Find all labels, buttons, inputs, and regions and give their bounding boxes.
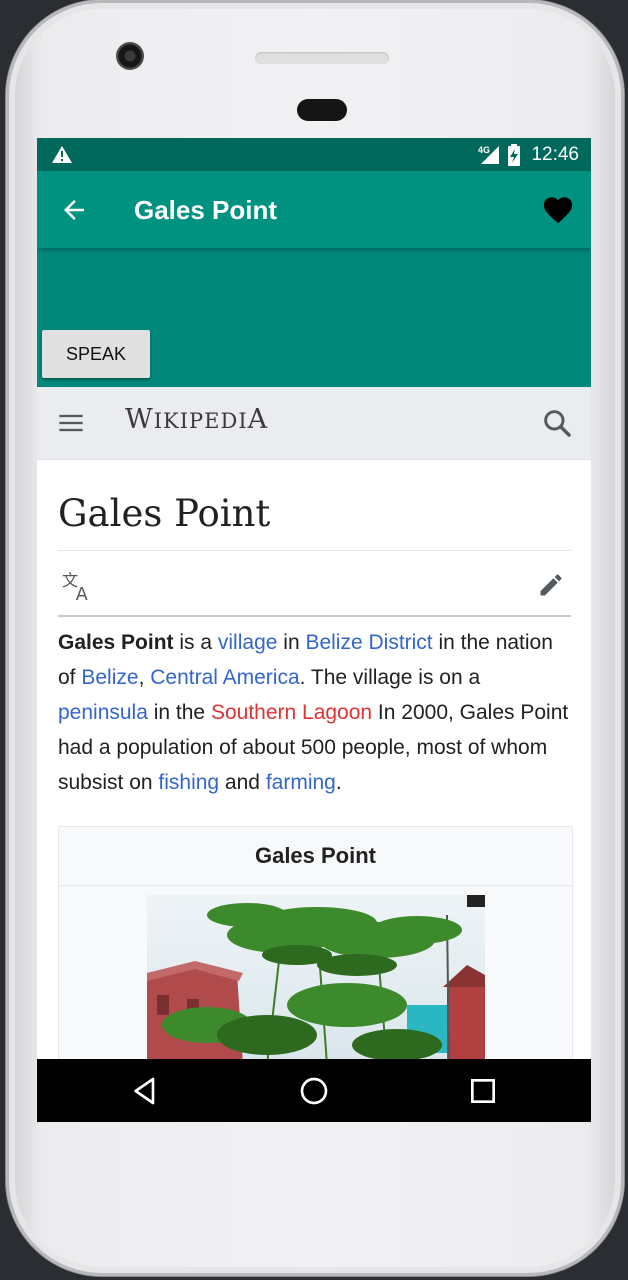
logo-part-middle: IKIPEDI	[153, 409, 248, 433]
translate-icon[interactable]: 文 A	[62, 571, 92, 601]
lead-bold-title: Gales Point	[58, 631, 174, 654]
link-central-america[interactable]: Central America	[150, 666, 299, 689]
page-title: Gales Point	[58, 492, 271, 535]
search-icon[interactable]	[541, 407, 573, 439]
infobox-photo[interactable]	[147, 895, 485, 1065]
earpiece-speaker	[255, 52, 389, 64]
link-fishing[interactable]: fishing	[158, 771, 219, 794]
lead-text: and	[219, 771, 266, 794]
lead-paragraph: Gales Point is a village in Belize Distr…	[58, 625, 571, 800]
status-clock: 12:46	[531, 143, 579, 165]
signal-icon: 4G	[478, 145, 500, 164]
menu-icon[interactable]	[57, 409, 85, 437]
link-belize-district[interactable]: Belize District	[305, 631, 432, 654]
toolbar-divider	[58, 615, 571, 617]
nav-recents-icon[interactable]	[467, 1075, 499, 1107]
nav-back-icon[interactable]	[129, 1075, 161, 1107]
lead-text: in	[277, 631, 306, 654]
wikipedia-header: WIKIPEDIA	[37, 387, 591, 460]
edit-pencil-icon[interactable]	[537, 571, 565, 599]
device-screen: 4G 12:46 Gales Point SPEAK WIKIPEDIA Gal…	[37, 138, 591, 1122]
speak-area: SPEAK	[37, 248, 591, 387]
link-farming[interactable]: farming	[266, 771, 336, 794]
front-camera	[116, 42, 144, 70]
lead-text: . The village is on a	[299, 666, 481, 689]
heart-icon[interactable]	[541, 193, 575, 227]
svg-text:A: A	[76, 585, 88, 601]
status-bar: 4G 12:46	[37, 138, 591, 171]
speak-button[interactable]: SPEAK	[42, 330, 150, 378]
lead-text: in the	[147, 701, 211, 724]
warning-icon	[52, 146, 72, 163]
network-type-label: 4G	[478, 145, 490, 155]
status-icons: 4G 12:46	[477, 138, 579, 171]
system-nav-bar	[37, 1059, 591, 1122]
lead-text: is a	[173, 631, 218, 654]
logo-part-w: W	[125, 404, 154, 435]
lead-text: ,	[138, 666, 151, 689]
battery-charging-icon	[508, 143, 521, 166]
lead-text: .	[335, 771, 342, 794]
logo-part-a: A	[247, 404, 269, 435]
app-toolbar: Gales Point	[37, 171, 591, 248]
link-village[interactable]: village	[218, 631, 278, 654]
nav-home-icon[interactable]	[298, 1075, 330, 1107]
wikipedia-logo[interactable]: WIKIPEDIA	[125, 404, 268, 435]
infobox-title: Gales Point	[59, 827, 572, 886]
back-arrow-icon[interactable]	[59, 195, 89, 225]
link-southern-lagoon[interactable]: Southern Lagoon	[211, 701, 372, 724]
title-divider	[58, 550, 571, 551]
proximity-sensor	[297, 99, 347, 121]
link-peninsula[interactable]: peninsula	[58, 701, 148, 724]
link-belize[interactable]: Belize	[81, 666, 138, 689]
toolbar-title: Gales Point	[134, 195, 278, 225]
